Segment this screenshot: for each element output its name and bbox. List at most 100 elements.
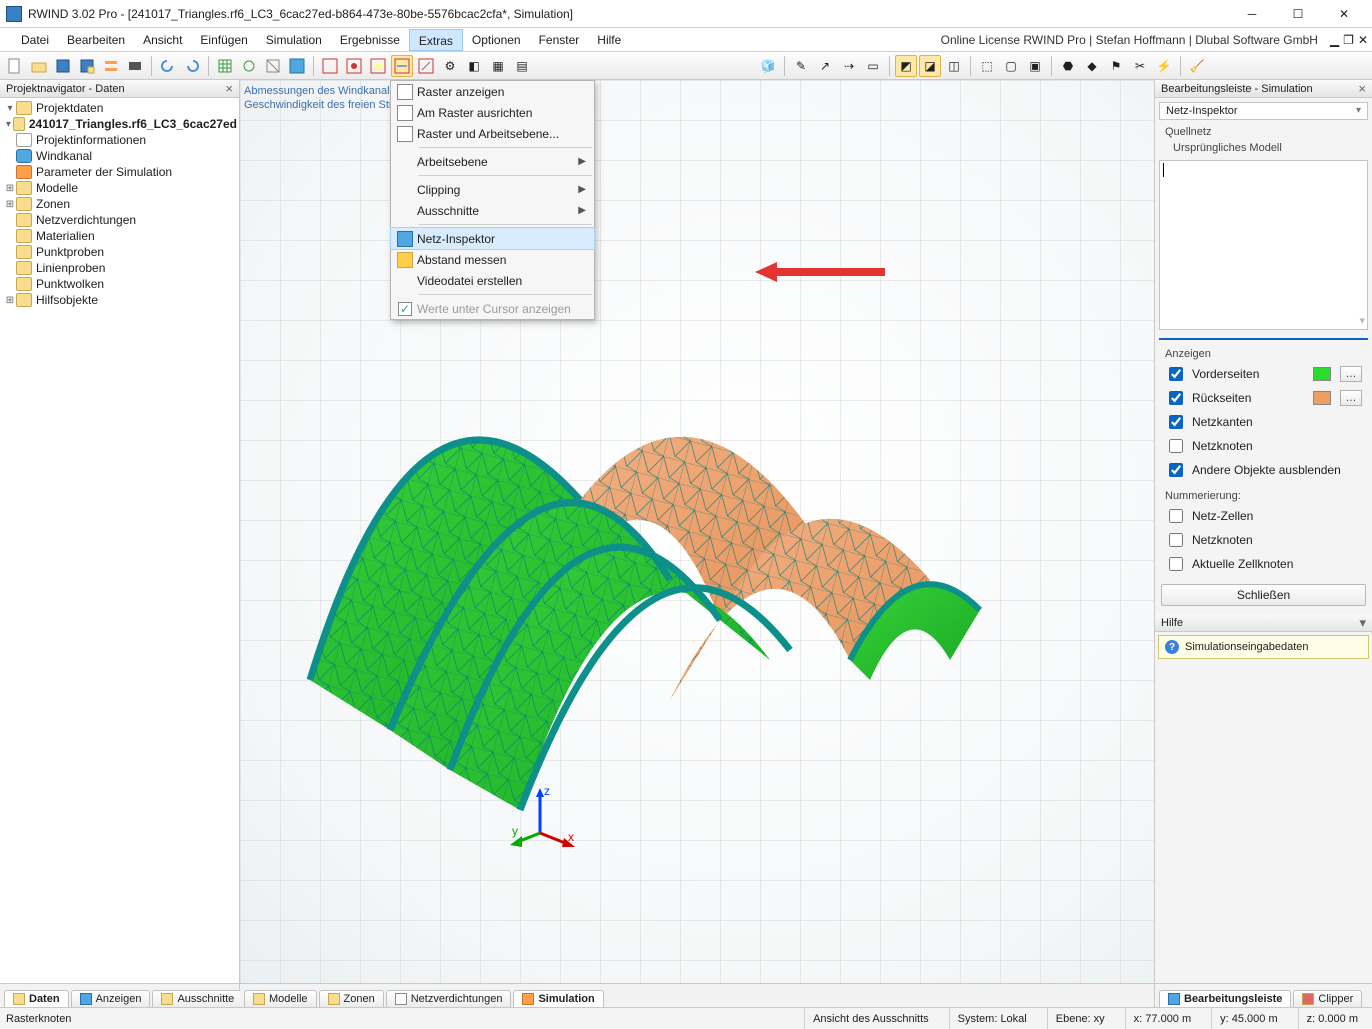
snap-icon[interactable]	[238, 55, 260, 77]
view-4-icon[interactable]: ⇢	[838, 55, 860, 77]
sim-9-icon[interactable]: ▤	[511, 55, 533, 77]
close-button[interactable]: ✕	[1322, 3, 1366, 25]
new-file-icon[interactable]	[4, 55, 26, 77]
tree-item[interactable]: Parameter der Simulation	[2, 164, 237, 180]
chk-netz-zellen[interactable]: Netz-Zellen	[1155, 504, 1372, 528]
menu-werte-cursor[interactable]: ✓Werte unter Cursor anzeigen	[391, 298, 594, 319]
chk-aktuelle-zellknoten[interactable]: Aktuelle Zellknoten	[1155, 552, 1372, 576]
menu-einfuegen[interactable]: Einfügen	[191, 29, 256, 51]
menu-datei[interactable]: Datei	[12, 29, 58, 51]
rp-textarea[interactable]: ▾	[1159, 160, 1368, 330]
sim-4-icon[interactable]	[391, 55, 413, 77]
tree-item[interactable]: Materialien	[2, 228, 237, 244]
maximize-button[interactable]: ☐	[1276, 3, 1320, 25]
chk-rueckseiten[interactable]: Rückseiten…	[1155, 386, 1372, 410]
tab-bearbeitungsleiste[interactable]: Bearbeitungsleiste	[1159, 990, 1291, 1007]
menu-raster-arbeitsebene[interactable]: Raster und Arbeitsebene...	[391, 123, 594, 144]
menu-netz-inspektor[interactable]: Netz-Inspektor	[391, 228, 594, 249]
tree-item[interactable]: Punktwolken	[2, 276, 237, 292]
left-tab-ausschnitte[interactable]: Ausschnitte	[152, 990, 243, 1007]
tree-item[interactable]: ⊞Zonen	[2, 196, 237, 212]
menu-extras[interactable]: Extras	[409, 29, 463, 51]
view-2-icon[interactable]: ✎	[790, 55, 812, 77]
tab-simulation[interactable]: Simulation	[513, 990, 603, 1007]
sim-8-icon[interactable]: ▦	[487, 55, 509, 77]
nav-tree[interactable]: ▾Projektdaten ▾241017_Triangles.rf6_LC3_…	[0, 98, 239, 983]
close-button-panel[interactable]: Schließen	[1161, 584, 1366, 606]
menu-am-raster-ausrichten[interactable]: Am Raster ausrichten	[391, 102, 594, 123]
help-body[interactable]: ?Simulationseingabedaten	[1158, 635, 1369, 659]
tab-zonen[interactable]: Zonen	[319, 990, 384, 1007]
chk-netzknoten[interactable]: Netzknoten	[1155, 434, 1372, 458]
menu-bearbeiten[interactable]: Bearbeiten	[58, 29, 134, 51]
help-dropdown-icon[interactable]: ▾	[1359, 616, 1366, 629]
mdi-restore[interactable]: ❐	[1343, 33, 1354, 47]
box-1-icon[interactable]: ⬚	[976, 55, 998, 77]
left-tab-daten[interactable]: Daten	[4, 990, 69, 1007]
menu-abstand-messen[interactable]: Abstand messen	[391, 249, 594, 270]
tree-item[interactable]: ⊞Modelle	[2, 180, 237, 196]
mesh-icon[interactable]	[286, 55, 308, 77]
menu-hilfe[interactable]: Hilfe	[588, 29, 630, 51]
menu-clipping[interactable]: Clipping▶	[391, 179, 594, 200]
tree-item[interactable]: Punktproben	[2, 244, 237, 260]
persp-2-icon[interactable]: ◪	[919, 55, 941, 77]
plane-icon[interactable]	[262, 55, 284, 77]
chk-andere-ausblenden[interactable]: Andere Objekte ausblenden	[1155, 458, 1372, 482]
tool-c-icon[interactable]: ⚑	[1105, 55, 1127, 77]
save-as-icon[interactable]	[76, 55, 98, 77]
tool-d-icon[interactable]: ✂	[1129, 55, 1151, 77]
settings-icon[interactable]	[100, 55, 122, 77]
undo-icon[interactable]	[157, 55, 179, 77]
tab-netzverdichtungen[interactable]: Netzverdichtungen	[386, 990, 512, 1007]
minimize-button[interactable]: ─	[1230, 3, 1274, 25]
sim-3-icon[interactable]	[367, 55, 389, 77]
persp-1-icon[interactable]: ◩	[895, 55, 917, 77]
save-icon[interactable]	[52, 55, 74, 77]
sim-7-icon[interactable]: ◧	[463, 55, 485, 77]
swatch-front-more[interactable]: …	[1340, 366, 1362, 382]
chk-netzkanten[interactable]: Netzkanten	[1155, 410, 1372, 434]
menu-fenster[interactable]: Fenster	[530, 29, 589, 51]
menu-videodatei[interactable]: Videodatei erstellen	[391, 270, 594, 291]
nav-close-icon[interactable]: ×	[225, 82, 233, 95]
swatch-back-more[interactable]: …	[1340, 390, 1362, 406]
sim-5-icon[interactable]	[415, 55, 437, 77]
tree-root[interactable]: ▾Projektdaten	[2, 100, 237, 116]
tool-f-icon[interactable]: 🧹	[1186, 55, 1208, 77]
menu-simulation[interactable]: Simulation	[257, 29, 331, 51]
tree-project[interactable]: ▾241017_Triangles.rf6_LC3_6cac27ed	[2, 116, 237, 132]
menu-ausschnitte[interactable]: Ausschnitte▶	[391, 200, 594, 221]
sim-2-icon[interactable]	[343, 55, 365, 77]
mdi-minimize[interactable]: ▁	[1330, 33, 1339, 47]
sim-1-icon[interactable]	[319, 55, 341, 77]
tree-item[interactable]: Windkanal	[2, 148, 237, 164]
tab-clipper[interactable]: Clipper	[1293, 990, 1362, 1007]
menu-ergebnisse[interactable]: Ergebnisse	[331, 29, 409, 51]
tree-item[interactable]: Netzverdichtungen	[2, 212, 237, 228]
tab-modelle[interactable]: Modelle	[244, 990, 317, 1007]
grid-icon[interactable]	[214, 55, 236, 77]
view-5-icon[interactable]: ▭	[862, 55, 884, 77]
persp-3-icon[interactable]: ◫	[943, 55, 965, 77]
chk-netzknoten-num[interactable]: Netzknoten	[1155, 528, 1372, 552]
viewport-3d[interactable]: Abmessungen des Windkanals:Geschwindigke…	[240, 80, 1154, 983]
tool-b-icon[interactable]: ◆	[1081, 55, 1103, 77]
box-2-icon[interactable]: ▢	[1000, 55, 1022, 77]
sim-6-icon[interactable]: ⚙	[439, 55, 461, 77]
rp-mode-dropdown[interactable]: Netz-Inspektor	[1159, 102, 1368, 120]
open-file-icon[interactable]	[28, 55, 50, 77]
menu-raster-anzeigen[interactable]: Raster anzeigen	[391, 81, 594, 102]
rp-close-icon[interactable]: ×	[1358, 82, 1366, 95]
tree-item[interactable]: Projektinformationen	[2, 132, 237, 148]
redo-icon[interactable]	[181, 55, 203, 77]
mdi-close[interactable]: ✕	[1358, 33, 1368, 47]
box-3-icon[interactable]: ▣	[1024, 55, 1046, 77]
tool-e-icon[interactable]: ⚡	[1153, 55, 1175, 77]
tool-a-icon[interactable]: ⬣	[1057, 55, 1079, 77]
tree-item[interactable]: Linienproben	[2, 260, 237, 276]
view-3-icon[interactable]: ↗	[814, 55, 836, 77]
tree-item[interactable]: ⊞Hilfsobjekte	[2, 292, 237, 308]
video-icon[interactable]	[124, 55, 146, 77]
chk-vorderseiten[interactable]: Vorderseiten…	[1155, 362, 1372, 386]
